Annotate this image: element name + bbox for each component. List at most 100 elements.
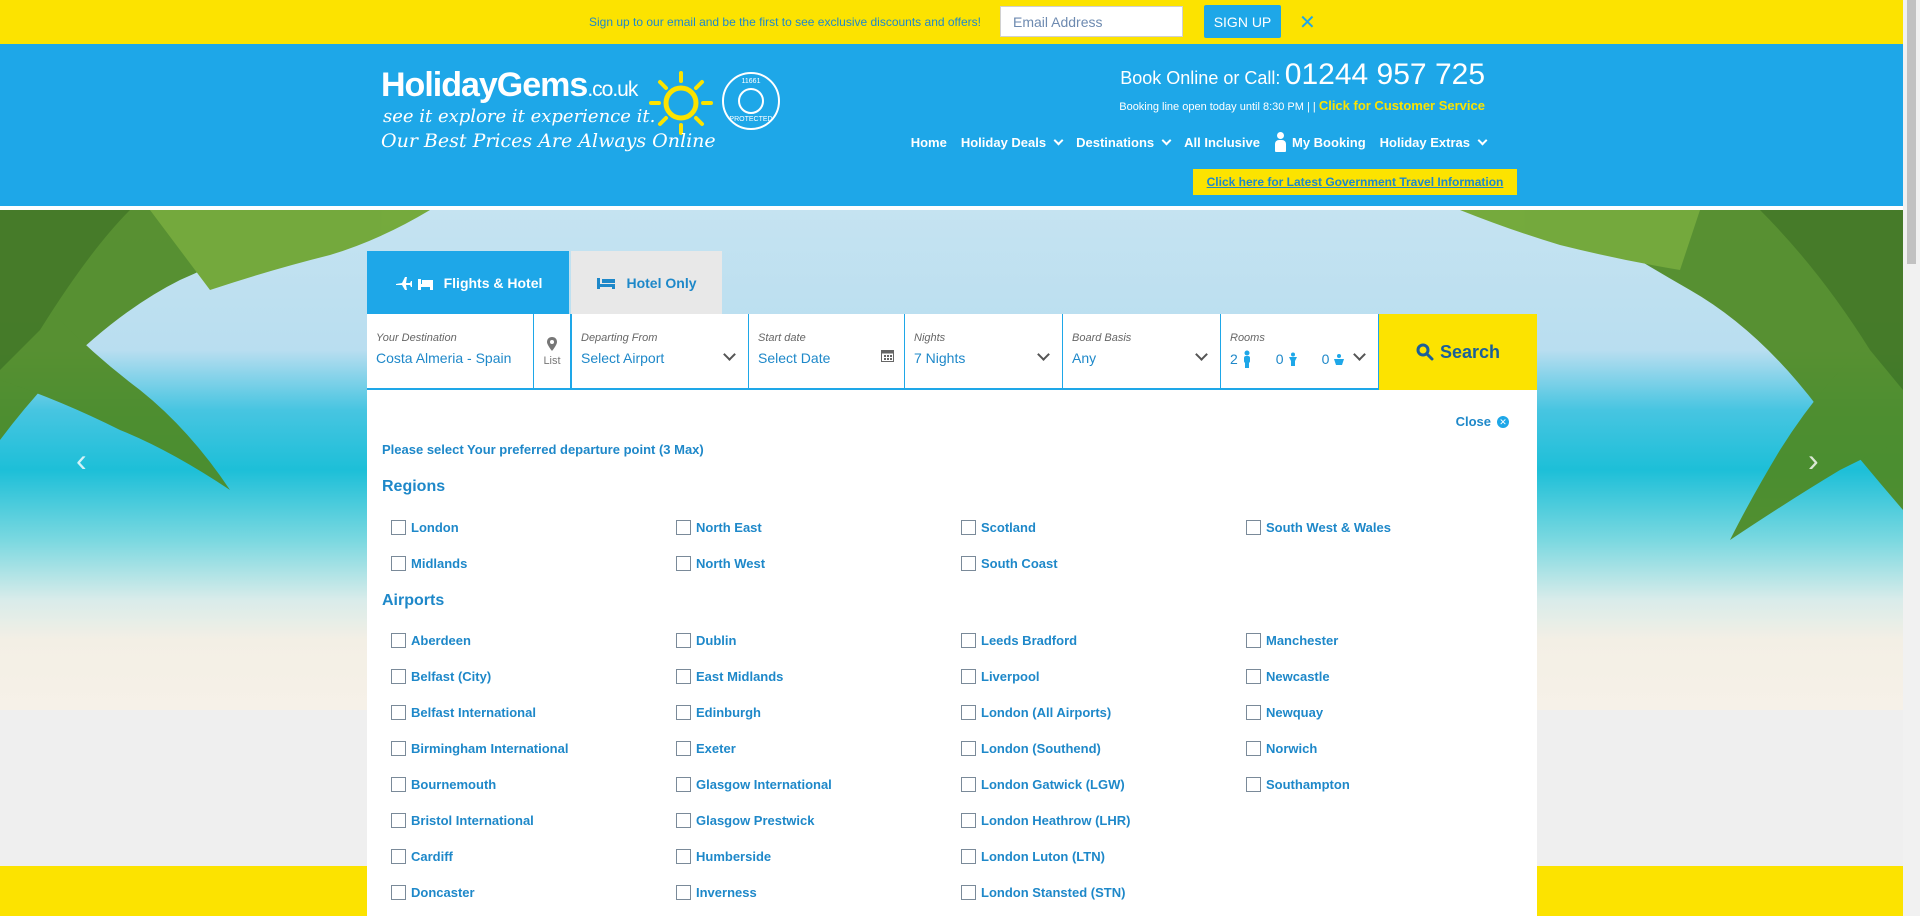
airport-option[interactable]: London (Southend) [961,741,1101,756]
checkbox[interactable] [676,849,691,864]
airport-option[interactable]: Cardiff [391,849,453,864]
checkbox[interactable] [391,777,406,792]
nav-all-inclusive[interactable]: All Inclusive [1177,135,1267,150]
close-icon[interactable]: ✕ [1299,10,1316,35]
departing-from-field[interactable]: Departing From Select Airport [571,314,749,390]
airport-option[interactable]: Bristol International [391,813,534,828]
airport-option[interactable]: Liverpool [961,669,1040,684]
checkbox[interactable] [391,741,406,756]
checkbox[interactable] [961,633,976,648]
page-scrollbar[interactable] [1903,0,1920,916]
airport-option[interactable]: Bournemouth [391,777,496,792]
airport-option[interactable]: London Luton (LTN) [961,849,1105,864]
checkbox[interactable] [391,885,406,900]
region-option[interactable]: Midlands [391,556,467,571]
checkbox[interactable] [676,520,691,535]
tab-flights-hotel[interactable]: Flights & Hotel [367,251,569,314]
airport-option[interactable]: Norwich [1246,741,1317,756]
checkbox[interactable] [1246,633,1261,648]
checkbox[interactable] [961,849,976,864]
panel-close-button[interactable]: Close ✕ [1456,414,1509,429]
airport-option[interactable]: Manchester [1246,633,1338,648]
nav-destinations[interactable]: Destinations [1069,135,1177,150]
checkbox[interactable] [961,669,976,684]
airport-option[interactable]: Exeter [676,741,736,756]
checkbox[interactable] [391,520,406,535]
checkbox[interactable] [391,669,406,684]
airport-option[interactable]: Glasgow International [676,777,832,792]
signup-button[interactable]: SIGN UP [1204,5,1281,38]
destination-list-button[interactable]: List [534,314,571,390]
checkbox[interactable] [676,669,691,684]
region-option[interactable]: London [391,520,459,535]
airport-option[interactable]: London (All Airports) [961,705,1111,720]
site-logo[interactable]: HolidayGems.co.uk see it explore it expe… [381,66,655,127]
airport-option[interactable]: Glasgow Prestwick [676,813,815,828]
nav-holiday-extras[interactable]: Holiday Extras [1373,135,1493,150]
checkbox[interactable] [961,705,976,720]
region-option[interactable]: South West & Wales [1246,520,1391,535]
airport-option[interactable]: London Heathrow (LHR) [961,813,1130,828]
airport-option[interactable]: Inverness [676,885,757,900]
checkbox[interactable] [676,777,691,792]
checkbox[interactable] [961,556,976,571]
checkbox[interactable] [391,705,406,720]
checkbox[interactable] [961,813,976,828]
checkbox[interactable] [391,633,406,648]
gov-travel-info-button[interactable]: Click here for Latest Government Travel … [1193,169,1517,195]
region-option[interactable]: Scotland [961,520,1036,535]
rooms-select[interactable]: Rooms 2 0 0 [1221,314,1379,390]
scrollbar-thumb[interactable] [1907,0,1916,264]
promo-email-input[interactable] [1000,6,1183,37]
airport-option[interactable]: Edinburgh [676,705,761,720]
airport-option[interactable]: Newquay [1246,705,1323,720]
checkbox[interactable] [1246,669,1261,684]
checkbox[interactable] [1246,777,1261,792]
airport-option[interactable]: Doncaster [391,885,475,900]
checkbox[interactable] [676,705,691,720]
nav-holiday-deals[interactable]: Holiday Deals [954,135,1069,150]
nights-select[interactable]: Nights 7 Nights [905,314,1063,390]
airport-option[interactable]: Southampton [1246,777,1350,792]
airport-option[interactable]: Dublin [676,633,736,648]
checkbox[interactable] [961,520,976,535]
airport-option[interactable]: London Gatwick (LGW) [961,777,1125,792]
airport-option[interactable]: Humberside [676,849,771,864]
phone-number[interactable]: 01244 957 725 [1285,58,1485,91]
airport-option[interactable]: Newcastle [1246,669,1330,684]
checkbox[interactable] [676,556,691,571]
airport-option[interactable]: Aberdeen [391,633,471,648]
checkbox[interactable] [961,741,976,756]
checkbox[interactable] [676,813,691,828]
search-button[interactable]: Search [1379,314,1537,390]
region-option[interactable]: North West [676,556,765,571]
checkbox[interactable] [1246,741,1261,756]
checkbox[interactable] [961,885,976,900]
checkbox[interactable] [961,777,976,792]
checkbox[interactable] [391,849,406,864]
tab-hotel-only[interactable]: Hotel Only [571,251,722,314]
start-date-field[interactable]: Start date Select Date [749,314,905,390]
checkbox[interactable] [676,741,691,756]
carousel-prev-icon[interactable]: ‹ [76,442,87,479]
nav-home[interactable]: Home [904,135,954,150]
board-basis-select[interactable]: Board Basis Any [1063,314,1221,390]
airport-option[interactable]: London Stansted (STN) [961,885,1125,900]
airport-option[interactable]: Belfast International [391,705,536,720]
carousel-next-icon[interactable]: › [1808,442,1819,479]
destination-field[interactable]: Your Destination Costa Almeria - Spain [367,314,534,390]
region-option[interactable]: North East [676,520,762,535]
region-option[interactable]: South Coast [961,556,1058,571]
airport-option[interactable]: East Midlands [676,669,783,684]
customer-service-link[interactable]: Click for Customer Service [1319,98,1485,113]
checkbox[interactable] [391,813,406,828]
airport-option[interactable]: Birmingham International [391,741,568,756]
nav-my-booking[interactable]: My Booking [1267,132,1373,152]
airport-option[interactable]: Leeds Bradford [961,633,1077,648]
checkbox[interactable] [1246,705,1261,720]
checkbox[interactable] [676,885,691,900]
checkbox[interactable] [1246,520,1261,535]
checkbox[interactable] [676,633,691,648]
checkbox[interactable] [391,556,406,571]
airport-option[interactable]: Belfast (City) [391,669,491,684]
